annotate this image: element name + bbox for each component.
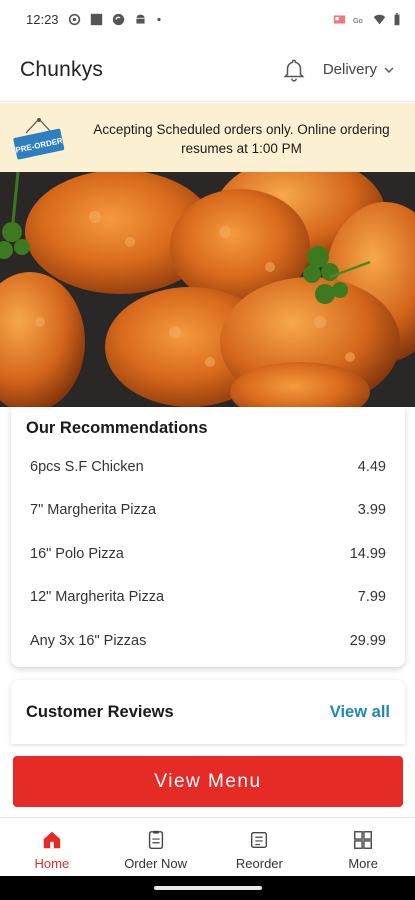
item-name: Any 3x 16" Pizzas	[30, 632, 147, 649]
list-item[interactable]: 16" Polo Pizza 14.99	[30, 532, 386, 576]
customer-reviews-card: Customer Reviews View all	[11, 680, 405, 744]
nav-item-home[interactable]: Home	[0, 818, 104, 876]
nav-label: More	[348, 856, 378, 871]
settings-icon	[68, 13, 80, 25]
item-price: 4.49	[357, 458, 386, 475]
wifi-icon	[373, 14, 386, 24]
app-title: Chunkys	[20, 57, 104, 81]
item-name: 6pcs S.F Chicken	[30, 458, 144, 475]
view-menu-button[interactable]: View Menu	[13, 756, 403, 807]
view-all-link[interactable]: View all	[330, 703, 390, 722]
order-mode-dropdown[interactable]: Delivery	[323, 61, 395, 78]
item-price: 7.99	[357, 589, 386, 606]
list-item[interactable]: Any 3x 16" Pizzas 29.99	[30, 619, 386, 663]
fried-chicken-illustration	[0, 172, 415, 407]
nav-label: Home	[34, 856, 70, 871]
item-name: 12" Margherita Pizza	[30, 589, 165, 606]
list-item[interactable]: 7" Margherita Pizza 3.99	[30, 489, 386, 533]
recommendations-title: Our Recommendations	[26, 419, 208, 437]
item-name: 16" Polo Pizza	[30, 545, 124, 562]
recommendations-list: 6pcs S.F Chicken 4.49 7" Margherita Pizz…	[30, 445, 386, 663]
status-time: 12:23	[26, 11, 59, 27]
android-icon	[135, 14, 145, 24]
nav-item-reorder[interactable]: Reorder	[208, 818, 312, 876]
chevron-down-icon	[384, 67, 394, 73]
hero-food-image	[0, 172, 415, 407]
preorder-banner: PRE-ORDER Accepting Scheduled orders onl…	[0, 103, 415, 172]
preorder-sign-icon: PRE-ORDER	[13, 118, 65, 160]
dot-icon	[156, 17, 161, 21]
cast-icon	[333, 14, 346, 24]
reorder-icon	[251, 831, 268, 849]
app-header: Chunkys Delivery	[0, 38, 415, 102]
reviews-title: Customer Reviews	[26, 702, 174, 721]
sync-icon	[112, 13, 124, 25]
order-mode-label: Delivery	[322, 61, 377, 78]
nav-item-more[interactable]: More	[311, 818, 415, 876]
bottom-nav: Home Order Now Reorder More	[0, 817, 415, 876]
nav-label: Reorder	[235, 856, 283, 871]
volte-icon: Go	[353, 15, 363, 24]
system-nav-bar	[0, 876, 415, 900]
bell-icon[interactable]	[281, 57, 307, 83]
more-grid-icon	[354, 831, 373, 849]
svg-text:Go: Go	[353, 15, 363, 24]
status-bar: 12:23 Go	[0, 0, 415, 38]
list-item[interactable]: 6pcs S.F Chicken 4.49	[30, 445, 386, 489]
nav-label: Order Now	[124, 856, 188, 871]
banner-message: Accepting Scheduled orders only. Online …	[93, 122, 390, 156]
nav-item-order-now[interactable]: Order Now	[104, 818, 208, 876]
home-icon	[43, 831, 61, 849]
battery-icon	[394, 12, 400, 25]
list-item[interactable]: 12" Margherita Pizza 7.99	[30, 576, 386, 620]
item-name: 7" Margherita Pizza	[30, 502, 157, 519]
square-app-icon	[90, 13, 102, 25]
order-icon	[148, 830, 163, 849]
item-price: 3.99	[357, 502, 386, 519]
home-gesture-handle[interactable]	[154, 886, 262, 890]
recommendations-card: Our Recommendations 6pcs S.F Chicken 4.4…	[11, 407, 405, 667]
item-price: 29.99	[349, 632, 386, 649]
item-price: 14.99	[349, 545, 386, 562]
